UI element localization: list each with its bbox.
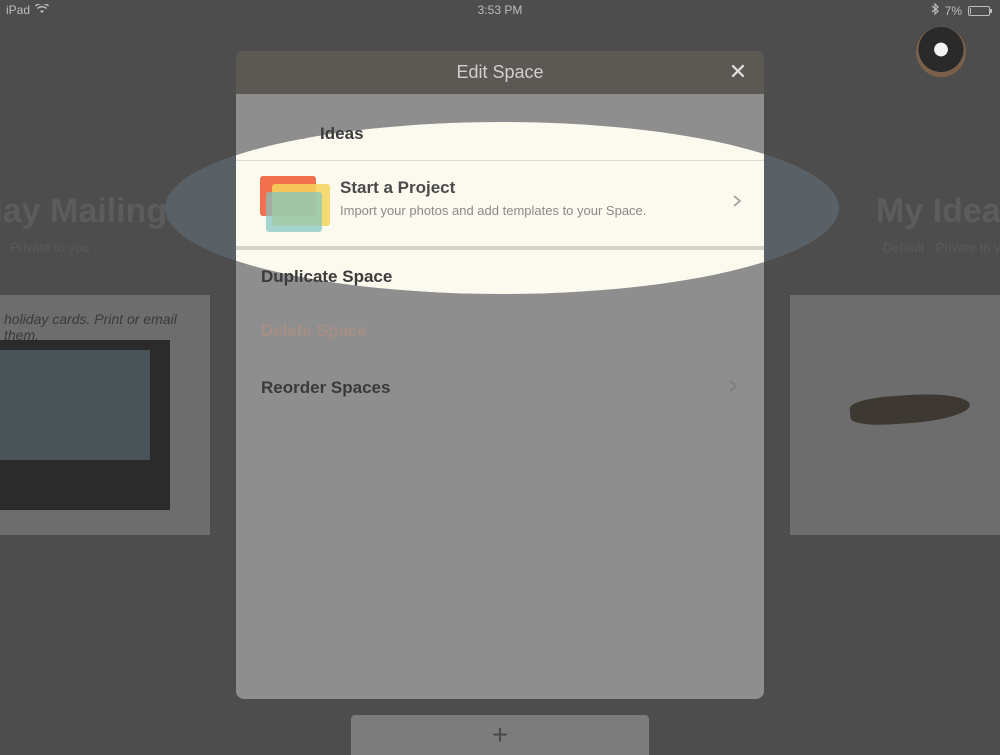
status-bar: iPad 3:53 PM 7% — [0, 0, 1000, 20]
card-photo — [849, 390, 971, 428]
divider — [236, 160, 764, 161]
right-space-subtitle: Default · Private to y — [883, 240, 1000, 255]
close-button[interactable]: ✕ — [726, 60, 750, 84]
duplicate-space-button[interactable]: Duplicate Space — [261, 267, 392, 287]
battery-level — [970, 7, 971, 14]
left-space-title[interactable]: day Mailing — [0, 192, 167, 231]
card-photo — [0, 340, 170, 510]
close-icon: ✕ — [728, 59, 748, 84]
name-row[interactable]: Name Ideas — [261, 124, 364, 144]
start-project-row[interactable]: Start a Project Import your photos and a… — [236, 162, 764, 246]
project-stack-icon — [260, 176, 330, 232]
project-title: Start a Project — [340, 178, 456, 197]
left-space-subtitle: Private to you — [10, 240, 90, 255]
avatar[interactable] — [916, 27, 966, 77]
left-space-card[interactable]: holiday cards. Print or email them. — [0, 295, 210, 535]
chevron-right-icon — [732, 192, 742, 213]
right-space-card[interactable] — [790, 295, 1000, 535]
modal-title: Edit Space — [456, 62, 544, 82]
chevron-right-icon — [728, 377, 738, 398]
battery-percent: 7% — [944, 3, 962, 18]
plus-icon: + — [491, 719, 509, 750]
battery-icon — [968, 5, 992, 16]
right-space-title[interactable]: My Idea — [876, 192, 1000, 231]
project-subtitle: Import your photos and add templates to … — [340, 203, 647, 218]
clock: 3:53 PM — [477, 3, 523, 17]
name-label: Name — [261, 124, 308, 143]
card-caption: holiday cards. Print or email them. — [4, 311, 177, 343]
name-value[interactable]: Ideas — [320, 124, 363, 143]
divider — [236, 246, 764, 250]
bluetooth-icon — [931, 2, 939, 18]
add-space-button[interactable]: + — [351, 715, 649, 755]
delete-space-button[interactable]: Delete Space — [261, 321, 367, 341]
modal-header: Edit Space ✕ — [236, 51, 764, 94]
reorder-spaces-button[interactable]: Reorder Spaces — [261, 378, 390, 398]
